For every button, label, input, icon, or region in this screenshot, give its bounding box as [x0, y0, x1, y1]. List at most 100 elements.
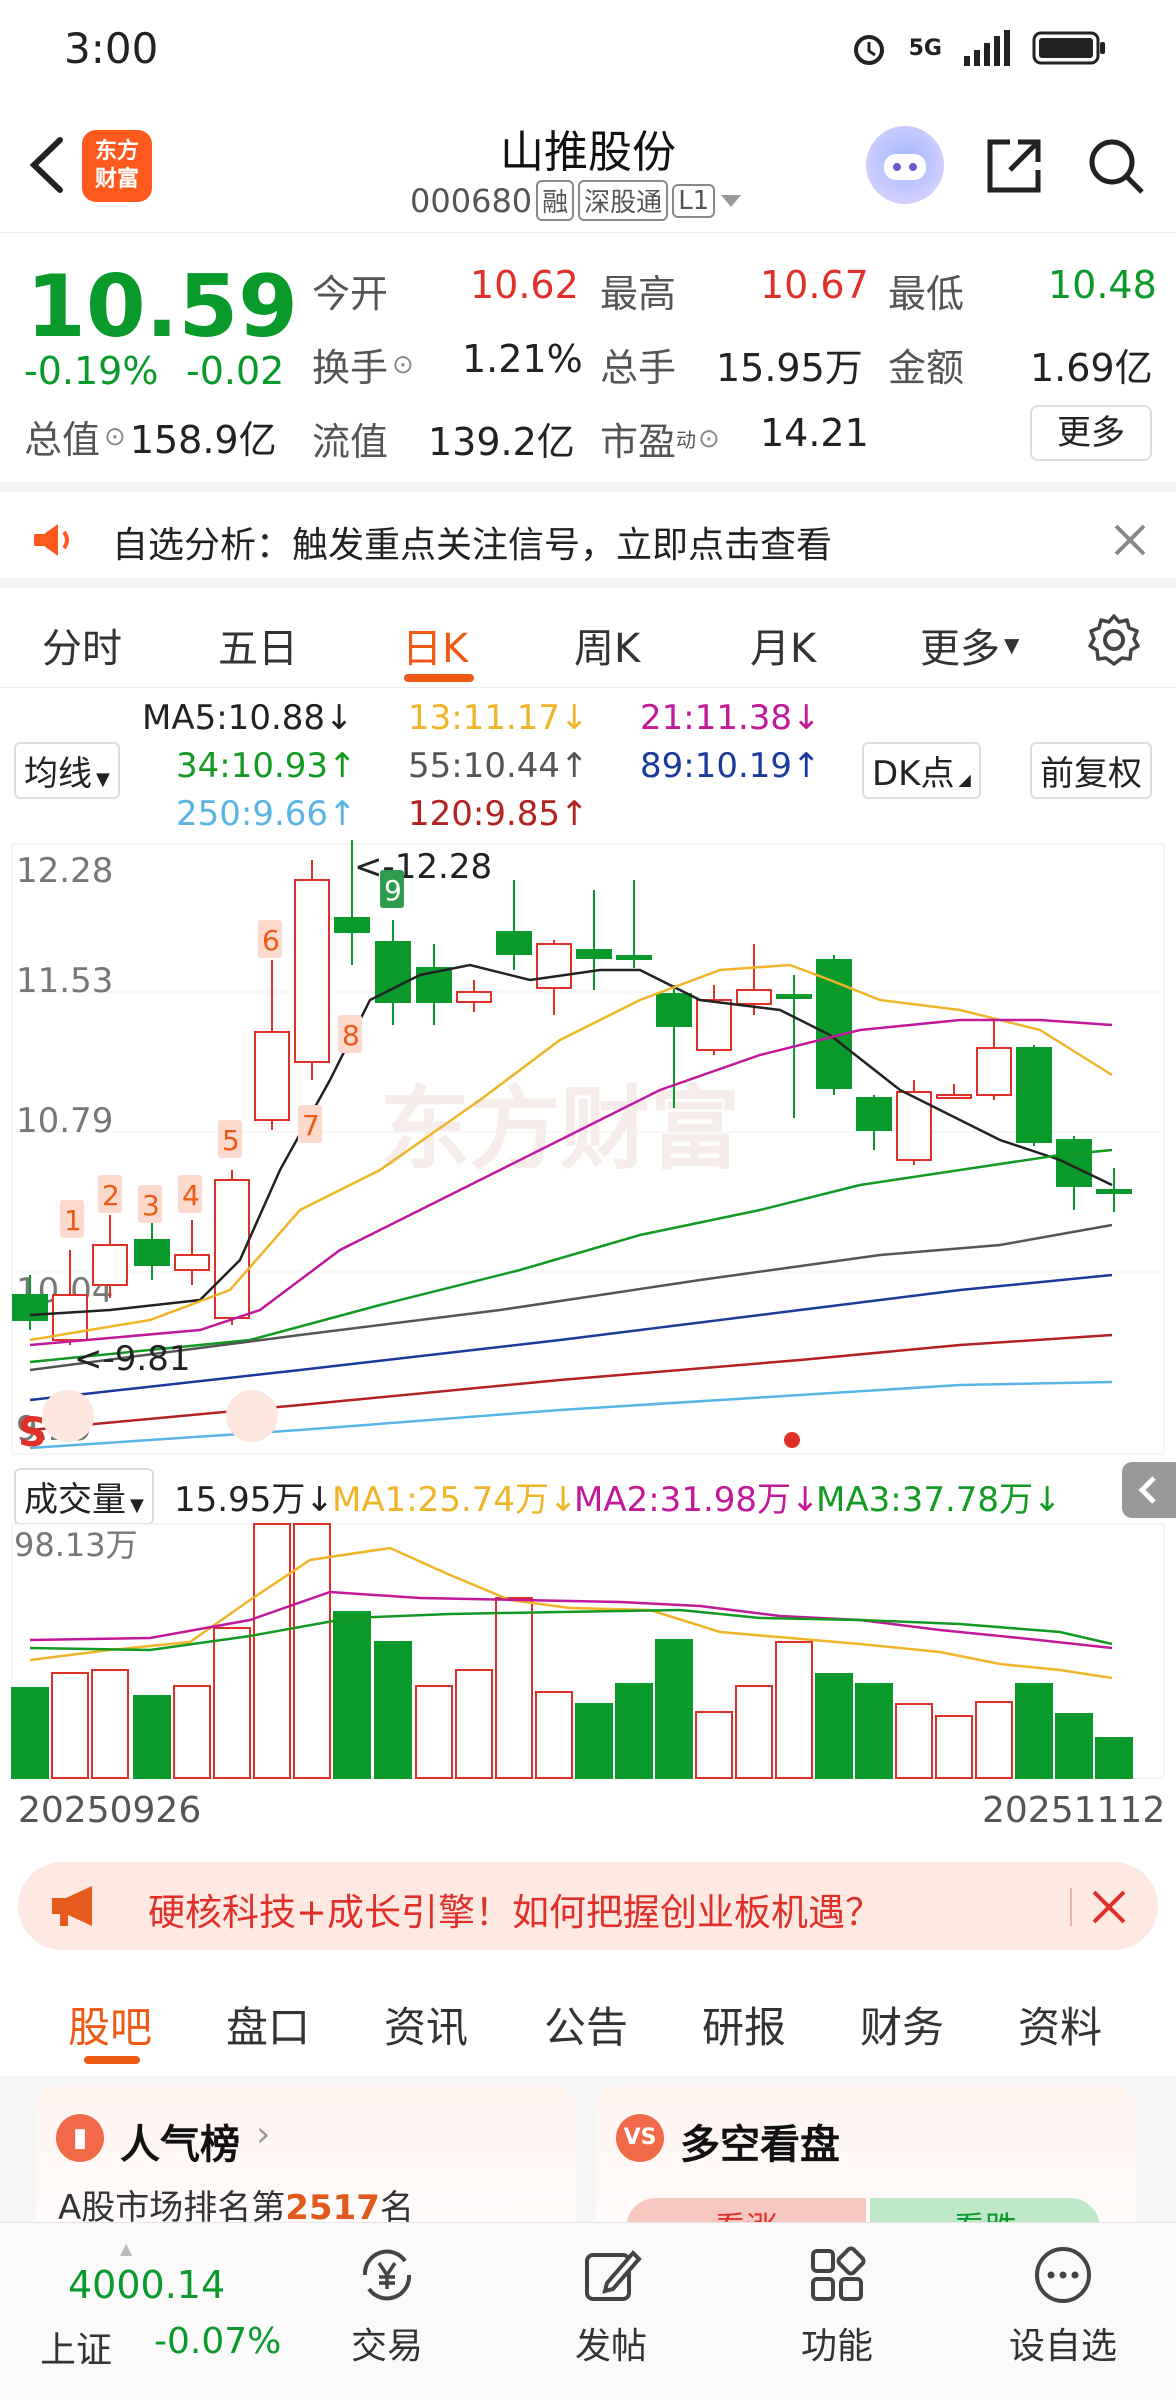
tab-research[interactable]: 研报 [702, 1994, 786, 2055]
network-label: 5G [908, 35, 942, 61]
ma21-value: 21:11.38↓ [640, 698, 821, 738]
index-quote[interactable]: ▲ 4000.14 上证 -0.07% [24, 2239, 294, 2379]
close-icon[interactable] [1090, 1888, 1128, 1926]
more-button[interactable]: 更多 [1030, 405, 1152, 461]
volume-svg: 98.13万 [11, 1523, 1165, 1779]
candle-body [375, 941, 411, 1003]
volume-chart[interactable]: 98.13万 [0, 1520, 1176, 1780]
index-change: -0.07% [154, 2321, 282, 2362]
volume-bar [213, 1627, 251, 1779]
nav-post-label: 发帖 [574, 2326, 647, 2367]
tab-five-day[interactable]: 五日 [218, 616, 298, 674]
candle-body [1016, 1047, 1052, 1143]
event-marker-label: 8 [342, 1019, 360, 1052]
ma120-value: 120:9.85↑ [408, 794, 589, 834]
tab-announcements[interactable]: 公告 [544, 1994, 628, 2055]
volume-bar [775, 1641, 813, 1779]
feature-cards: ▮ 人气榜 › A股市场排名第2517名 VS 多空看盘 看涨 看跌 [0, 2076, 1176, 2226]
app-header: 东方 财富 山推股份 000680 融 深股通 L1 [0, 100, 1176, 232]
date-start: 20250926 [18, 1790, 202, 1831]
last-price: 10.59 [26, 257, 299, 357]
tab-more[interactable]: 更多 ▼ [920, 616, 1019, 674]
info-dots-icon: ⊙ [392, 349, 414, 380]
volume-max-tick: 98.13万 [14, 1526, 138, 1564]
bull-bear-card[interactable]: VS 多空看盘 看涨 看跌 [596, 2086, 1136, 2226]
kline-chart[interactable]: 东方财富12.2811.5310.7910.049.29<-12.28<-9.8… [0, 840, 1176, 1460]
tab-news[interactable]: 资讯 [384, 1994, 468, 2055]
share-button[interactable] [982, 134, 1046, 202]
tab-intraday[interactable]: 分时 [42, 616, 122, 674]
volume-bar [455, 1669, 493, 1779]
event-marker-label: 9 [384, 874, 402, 907]
level-tag[interactable]: L1 [672, 183, 716, 218]
ma89-value: 89:10.19↑ [640, 746, 821, 786]
volume-current: 15.95万↓ [174, 1480, 334, 1520]
volume-label: 总手 [600, 346, 677, 390]
expand-marker-bg [226, 1390, 278, 1442]
volume-bar [11, 1687, 49, 1779]
gear-icon[interactable] [1086, 612, 1142, 668]
candle-body [92, 1244, 128, 1286]
market-cap-value: 158.9亿 [129, 418, 277, 462]
alert-text: 自选分析：触发重点关注信号，立即点击查看 [112, 525, 833, 566]
ma-select-button[interactable]: 均线 ▼ [14, 742, 120, 799]
date-axis: 20250926 20251112 [0, 1784, 1176, 1834]
candle-body [856, 1097, 892, 1131]
volume-bar [575, 1703, 613, 1779]
volume-bar [855, 1683, 893, 1779]
close-icon[interactable] [1112, 522, 1148, 558]
speaker-icon [34, 524, 69, 556]
nav-trade[interactable]: 交易 [312, 2243, 462, 2369]
pe-label-row[interactable]: 市盈 动 ⊙ [600, 411, 720, 466]
alert-banner[interactable]: 自选分析：触发重点关注信号，立即点击查看 [0, 482, 1176, 588]
promo-banner[interactable]: 硬核科技+成长引擎！如何把握创业板机遇？ [18, 1862, 1158, 1950]
robot-avatar[interactable] [866, 126, 944, 204]
caret-down-icon: ▼ [1004, 633, 1020, 657]
robot-icon [884, 154, 926, 180]
tab-daily-k[interactable]: 日K [402, 616, 468, 674]
volume-bar [374, 1641, 412, 1779]
volume-bar [975, 1701, 1013, 1779]
nav-functions-label: 功能 [800, 2326, 873, 2367]
market-cap[interactable]: 总值 ⊙ 158.9亿 [24, 409, 277, 464]
tab-order-book[interactable]: 盘口 [226, 1994, 310, 2055]
volume-bar [415, 1685, 453, 1779]
tab-monthly-k[interactable]: 月K [750, 616, 816, 674]
search-button[interactable] [1084, 134, 1148, 202]
ma5-value: MA5:10.88↓ [142, 698, 354, 738]
nav-post[interactable]: 发帖 [536, 2243, 686, 2369]
caret-down-icon: ▼ [130, 1495, 144, 1516]
active-tab-indicator [84, 2056, 140, 2064]
candle-body [496, 931, 532, 955]
change-pct: -0.19% [24, 349, 159, 393]
turnover-label-row[interactable]: 换手 ⊙ [312, 337, 414, 392]
tab-weekly-k[interactable]: 周K [574, 616, 640, 674]
volume-select-button[interactable]: 成交量 ▼ [14, 1468, 154, 1525]
info-dots-icon: ⊙ [698, 423, 720, 454]
caret-down-icon[interactable] [719, 191, 743, 211]
candle-body [334, 917, 370, 933]
popularity-card[interactable]: ▮ 人气榜 › A股市场排名第2517名 [36, 2086, 576, 2226]
pe-sup: 动 [676, 428, 697, 452]
candle-body [696, 999, 732, 1051]
chevron-right-icon: › [256, 2114, 271, 2155]
candle-body [134, 1239, 170, 1266]
volume-bar [655, 1639, 693, 1779]
adjust-button[interactable]: 前复权 [1030, 742, 1152, 799]
dk-point-button[interactable]: DK点 ◢ [862, 742, 981, 799]
candle-body [254, 1031, 290, 1121]
tab-profile[interactable]: 资料 [1018, 1994, 1102, 2055]
margin-tag: 融 [536, 180, 575, 221]
volume-header: 成交量 ▼ 15.95万↓ MA1:25.74万↓ MA2:31.98万↓ MA3… [0, 1460, 1176, 1525]
nav-add-watchlist[interactable]: 设自选 [988, 2243, 1138, 2369]
open-value: 10.62 [470, 263, 579, 307]
ma34-value: 34:10.93↑ [176, 746, 357, 786]
high-label: 最高 [600, 272, 677, 316]
nav-functions[interactable]: 功能 [762, 2243, 912, 2369]
tab-guba[interactable]: 股吧 [68, 1994, 152, 2055]
candle-body [12, 1294, 48, 1321]
caret-up-icon: ▲ [120, 2239, 133, 2258]
collapse-side-button[interactable] [1122, 1462, 1176, 1518]
event-marker-label: 4 [182, 1179, 200, 1212]
tab-finance[interactable]: 财务 [860, 1994, 944, 2055]
